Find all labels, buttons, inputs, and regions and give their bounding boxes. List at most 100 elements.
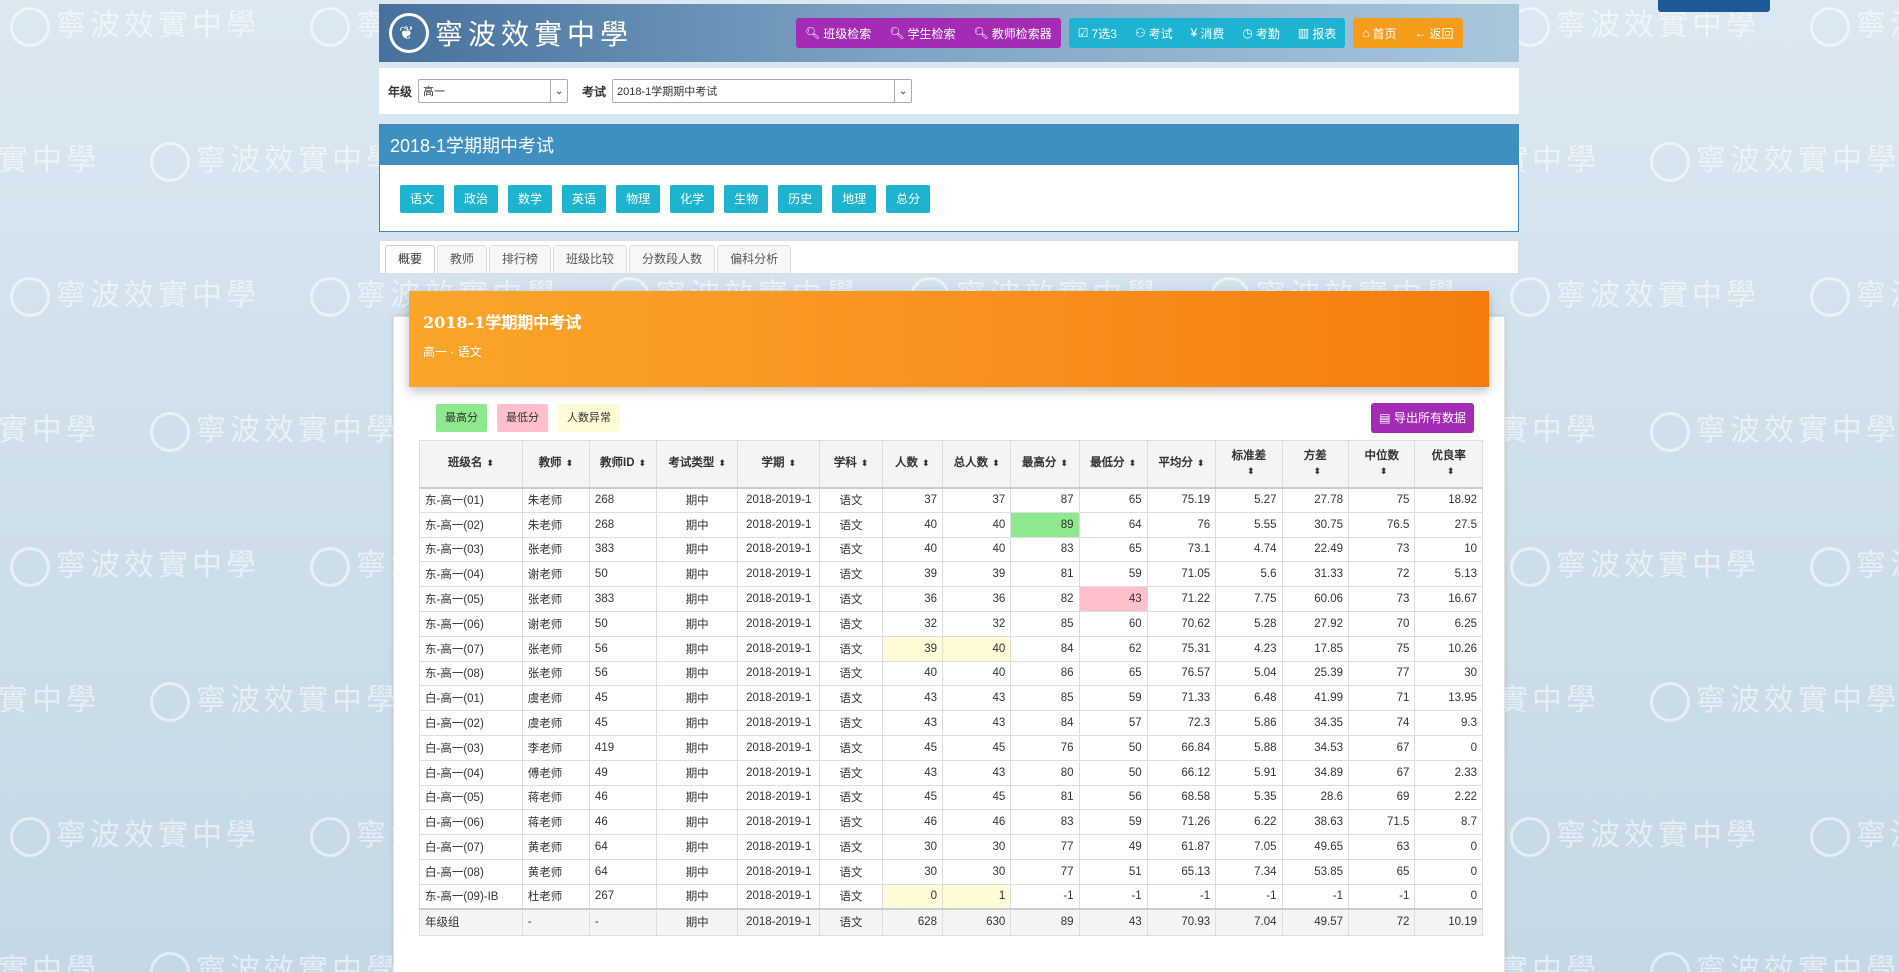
sort-icon[interactable]: ⬍ — [1447, 466, 1455, 476]
sort-icon[interactable]: ⬍ — [1380, 466, 1388, 476]
sort-icon[interactable]: ⬍ — [486, 458, 494, 468]
tab-ranking[interactable]: 排行榜 — [489, 245, 552, 273]
table-cell: 30 — [881, 858, 944, 885]
banner-subtitle: 高一 · 语文 — [423, 345, 482, 359]
student-search-button[interactable]: 🔍︎ 学生检索 — [880, 18, 964, 48]
home-button[interactable]: ⌂ 首页 — [1353, 18, 1405, 48]
column-header[interactable]: 教师 ⬍ — [521, 440, 590, 489]
page-container: ❦ 寧波效實中學 🔍︎ 班级检索 🔍︎ 学生检索 🔍︎ 教师检索器 ☑ 7选3 ⚇ 考试 … — [379, 4, 1519, 972]
table-cell: 10 — [1414, 536, 1483, 563]
total-cell: 43 — [1078, 908, 1148, 936]
grade-total-row: 年级组 - - 期中 2018-2019-1 语文 628 630 89 43 70.93 7.04 4… — [419, 908, 1483, 936]
sort-icon[interactable]: ⬍ — [1060, 458, 1068, 468]
table-row: 白-高一(05) 蒋老师 46 期中 2018-2019-1 语文 45 45 81 56 68.5… — [419, 784, 1483, 811]
table-cell: 语文 — [819, 536, 883, 563]
watermark: 寧波效實中學 — [1650, 135, 1899, 182]
column-header[interactable]: 考试类型 ⬍ — [656, 440, 739, 489]
table-cell: 2018-2019-1 — [737, 784, 821, 811]
subject-button-chinese[interactable]: 语文 — [400, 185, 445, 213]
watermark: 寧波效實中學 — [0, 135, 100, 182]
back-button[interactable]: ← 返回 — [1405, 18, 1462, 48]
column-header[interactable]: 人数 ⬍ — [881, 440, 944, 489]
sort-icon[interactable]: ⬍ — [639, 458, 647, 468]
exam-button[interactable]: ⚇ 考试 — [1126, 18, 1182, 48]
table-cell: -1 — [1281, 883, 1350, 910]
table-cell: 语文 — [819, 784, 883, 811]
table-cell: 27.78 — [1281, 487, 1350, 513]
table-cell: 45 — [588, 710, 658, 736]
exam-select[interactable]: 2018-1学期期中考试 ⌄ — [612, 79, 913, 103]
sort-icon[interactable]: ⬍ — [1197, 458, 1205, 468]
table-cell: 45 — [588, 685, 658, 712]
tab-score-bands[interactable]: 分数段人数 — [629, 245, 716, 273]
subject-button-history[interactable]: 历史 — [778, 185, 823, 213]
total-cell: 70.93 — [1146, 908, 1217, 936]
column-header[interactable]: 教师ID ⬍ — [588, 440, 658, 489]
consumption-button[interactable]: ¥ 消费 — [1182, 18, 1234, 48]
column-header[interactable]: 最高分 ⬍ — [1010, 440, 1080, 489]
watermark: 寧波效實中學 — [1810, 270, 1899, 317]
table-cell: 39 — [881, 635, 944, 662]
school-logo[interactable]: ❦ 寧波效實中學 — [389, 13, 633, 53]
sort-icon[interactable]: ⬍ — [718, 458, 726, 468]
export-all-button[interactable]: ▤ 导出所有数据 — [1371, 403, 1474, 433]
column-header[interactable]: 平均分 ⬍ — [1146, 440, 1217, 489]
sort-icon[interactable]: ⬍ — [566, 458, 574, 468]
sort-icon[interactable]: ⬍ — [1247, 466, 1255, 476]
column-header[interactable]: 总人数 ⬍ — [942, 440, 1012, 489]
table-cell: 语文 — [819, 660, 883, 687]
column-header[interactable]: 中位数 ⬍ — [1348, 440, 1416, 489]
subject-button-physics[interactable]: 物理 — [616, 185, 661, 213]
sort-icon[interactable]: ⬍ — [1313, 466, 1321, 476]
subject-button-english[interactable]: 英语 — [562, 185, 607, 213]
table-cell: 64 — [588, 858, 658, 885]
table-cell: 9.3 — [1414, 710, 1483, 736]
column-header[interactable]: 标准差 ⬍ — [1215, 440, 1283, 489]
filter-bar: 年级 高一 ⌄ 考试 2018-1学期期中考试 ⌄ — [379, 68, 1519, 114]
column-header[interactable]: 学期 ⬍ — [737, 440, 821, 489]
table-cell: 34.35 — [1281, 710, 1350, 736]
table-cell: 6.22 — [1215, 809, 1283, 836]
table-cell: 30 — [881, 834, 944, 860]
subject-button-chemistry[interactable]: 化学 — [670, 185, 715, 213]
elective-button[interactable]: ☑ 7选3 — [1069, 18, 1126, 48]
column-header[interactable]: 学科 ⬍ — [819, 440, 883, 489]
table-cell: 43 — [1078, 586, 1148, 612]
sort-icon[interactable]: ⬍ — [1129, 458, 1137, 468]
sort-icon[interactable]: ⬍ — [992, 458, 1000, 468]
tab-bias-analysis[interactable]: 偏科分析 — [717, 245, 792, 273]
table-cell: 傅老师 — [521, 759, 590, 786]
watermark: 寧波效實中學 — [1650, 675, 1899, 722]
table-cell: 张老师 — [521, 586, 590, 612]
watermark: 寧波效實中學 — [10, 0, 260, 47]
subject-button-biology[interactable]: 生物 — [724, 185, 769, 213]
table-cell: 45 — [942, 784, 1012, 811]
tab-overview[interactable]: 概要 — [385, 245, 436, 273]
tab-teachers[interactable]: 教师 — [437, 245, 488, 273]
top-right-widget[interactable] — [1658, 0, 1770, 12]
tab-class-compare[interactable]: 班级比较 — [553, 245, 628, 273]
table-cell: 45 — [942, 734, 1012, 761]
report-button[interactable]: ▥ 报表 — [1289, 18, 1345, 48]
table-cell: 1 — [942, 883, 1012, 910]
subject-button-politics[interactable]: 政治 — [454, 185, 499, 213]
class-search-button[interactable]: 🔍︎ 班级检索 — [796, 18, 880, 48]
column-header[interactable]: 优良率 ⬍ — [1414, 440, 1483, 489]
total-cell: 期中 — [656, 908, 739, 936]
column-header[interactable]: 方差 ⬍ — [1281, 440, 1350, 489]
attendance-button[interactable]: ◷ 考勤 — [1233, 18, 1289, 48]
table-cell: 76 — [1146, 511, 1217, 538]
column-header[interactable]: 班级名 ⬍ — [419, 440, 523, 489]
subject-button-math[interactable]: 数学 — [508, 185, 553, 213]
sort-icon[interactable]: ⬍ — [788, 458, 796, 468]
exam-panel: 2018-1学期期中考试 语文 政治 数学 英语 物理 化学 生物 历史 地理 … — [379, 124, 1519, 232]
sort-icon[interactable]: ⬍ — [861, 458, 869, 468]
subject-button-geography[interactable]: 地理 — [832, 185, 877, 213]
sort-icon[interactable]: ⬍ — [922, 458, 930, 468]
table-cell: 期中 — [656, 784, 739, 811]
subject-button-total[interactable]: 总分 — [886, 185, 931, 213]
grade-select[interactable]: 高一 ⌄ — [418, 79, 569, 103]
column-header[interactable]: 最低分 ⬍ — [1078, 440, 1148, 489]
table-cell: 64 — [588, 834, 658, 860]
teacher-search-button[interactable]: 🔍︎ 教师检索器 — [965, 18, 1061, 48]
